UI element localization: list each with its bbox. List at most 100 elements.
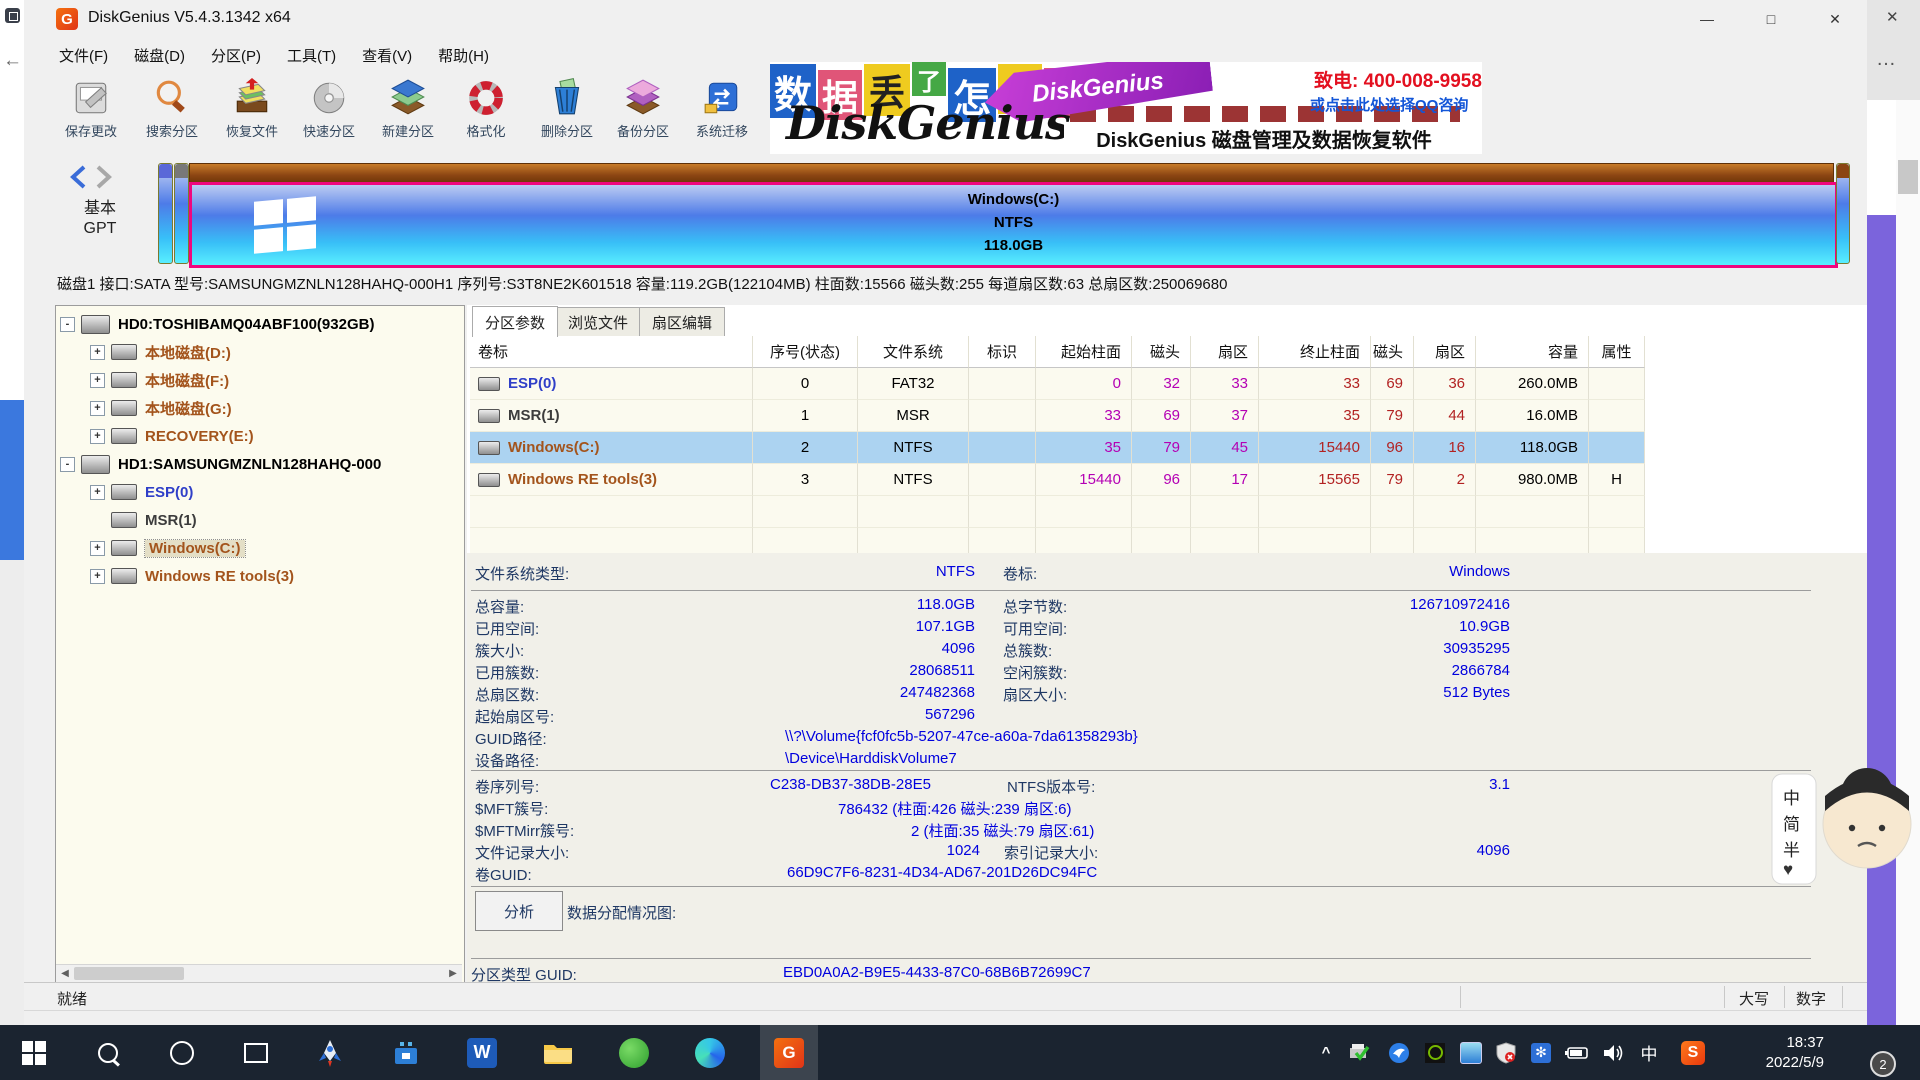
ime-mode-chinese[interactable]: 中 (1783, 784, 1800, 809)
expand-toggle-icon[interactable]: + (90, 401, 105, 416)
backup-partition-button[interactable]: 备份分区 (605, 78, 681, 150)
ime-heart-icon[interactable]: ♥ (1783, 860, 1793, 880)
format-button[interactable]: 格式化 (448, 78, 524, 150)
expand-toggle-icon[interactable]: + (90, 373, 105, 388)
expand-toggle-icon[interactable]: - (60, 317, 75, 332)
menu-tools[interactable]: 工具(T) (274, 41, 349, 70)
disk-nav-arrows[interactable] (68, 164, 120, 190)
task-view-button[interactable] (240, 1025, 272, 1080)
tray-snowflake-icon[interactable]: ✻ (1528, 1025, 1554, 1080)
taskbar-app-word[interactable]: W (462, 1025, 502, 1080)
partition-block-re-tools[interactable] (1836, 163, 1850, 264)
search-partition-button[interactable]: 搜索分区 (134, 78, 210, 150)
taskbar-app-explorer[interactable] (538, 1025, 578, 1080)
quick-partition-button[interactable]: 快速分区 (291, 78, 367, 150)
scroll-right-icon[interactable]: ▶ (444, 965, 462, 982)
menu-disk[interactable]: 磁盘(D) (121, 41, 198, 70)
close-button[interactable]: ✕ (1803, 0, 1867, 38)
partition-block-esp[interactable] (158, 163, 173, 264)
tree-item-msr[interactable]: MSR(1) (111, 507, 197, 533)
tree-item-esp[interactable]: + ESP(0) (90, 479, 193, 505)
column-header[interactable]: 终止柱面 (1259, 336, 1371, 368)
column-header[interactable]: 磁头 (1132, 336, 1191, 368)
tree-horizontal-scrollbar[interactable]: ◀ ▶ (56, 964, 462, 983)
menu-file[interactable]: 文件(F) (46, 41, 121, 70)
expand-toggle-icon[interactable]: + (90, 541, 105, 556)
delete-partition-button[interactable]: 删除分区 (529, 78, 605, 150)
save-changes-button[interactable]: 保存更改 (53, 78, 129, 150)
tray-nvidia-icon[interactable] (1422, 1025, 1448, 1080)
background-app-icon[interactable] (5, 8, 20, 23)
tray-volume-icon[interactable] (1600, 1025, 1628, 1080)
expand-toggle-icon[interactable]: - (60, 457, 75, 472)
back-arrow-icon[interactable]: ← (3, 50, 22, 72)
tab-partition-params[interactable]: 分区参数 (472, 306, 558, 337)
analyze-button[interactable]: 分析 (475, 891, 563, 931)
background-scrollbar-thumb[interactable] (1898, 160, 1918, 194)
column-header[interactable]: 属性 (1589, 336, 1645, 368)
column-header[interactable]: 标识 (969, 336, 1036, 368)
taskbar-app-rocket[interactable] (310, 1025, 350, 1080)
table-row-esp[interactable]: ESP(0) (470, 368, 753, 400)
tab-sector-edit[interactable]: 扇区编辑 (639, 307, 725, 336)
tray-ime-indicator[interactable]: 中 (1636, 1025, 1662, 1080)
ime-mode-simplified[interactable]: 简 (1783, 810, 1800, 835)
table-row-windows-c-selected[interactable]: Windows(C:) (470, 432, 753, 464)
start-button[interactable] (18, 1025, 50, 1080)
cortana-button[interactable] (166, 1025, 198, 1080)
column-header[interactable]: 容量 (1476, 336, 1589, 368)
tray-expand-icon[interactable]: ^ (1314, 1025, 1338, 1080)
column-header[interactable]: 序号(状态) (753, 336, 858, 368)
tree-item-re-tools[interactable]: + Windows RE tools(3) (90, 563, 294, 589)
tree-item-local-f[interactable]: + 本地磁盘(F:) (90, 367, 229, 393)
partition-block-msr[interactable] (174, 163, 189, 264)
menu-partition[interactable]: 分区(P) (198, 41, 274, 70)
taskbar-clock[interactable]: 18:37 2022/5/9 (1720, 1025, 1824, 1080)
tree-item-recovery-e[interactable]: + RECOVERY(E:) (90, 423, 254, 449)
tray-battery-icon[interactable] (1562, 1025, 1592, 1080)
tree-item-local-d[interactable]: + 本地磁盘(D:) (90, 339, 231, 365)
system-migration-button[interactable]: 系统迁移 (684, 78, 760, 150)
column-header[interactable]: 文件系统 (858, 336, 969, 368)
column-header[interactable]: 卷标 (470, 336, 753, 368)
tray-sogou-icon[interactable]: S (1678, 1025, 1708, 1080)
minimize-button[interactable]: — (1675, 0, 1739, 38)
scrollbar-thumb[interactable] (74, 967, 184, 980)
partition-block-windows-c[interactable]: Windows(C:) NTFS 118.0GB (189, 163, 1832, 262)
tab-browse-files[interactable]: 浏览文件 (555, 307, 641, 336)
column-header[interactable]: 起始柱面 (1036, 336, 1132, 368)
notification-badge[interactable]: 2 (1870, 1051, 1896, 1077)
taskbar-search-button[interactable] (92, 1025, 124, 1080)
ime-floating-widget[interactable]: 中 简 半 ♥ (1770, 766, 1920, 888)
background-close-icon[interactable]: ✕ (1886, 8, 1899, 26)
promo-banner[interactable]: 数 据 丢 了 怎 么 ! DiskGenius 致电: 400-008-995… (770, 62, 1482, 154)
tree-item-hd0[interactable]: - HD0:TOSHIBAMQ04ABF100(932GB) (60, 311, 374, 337)
menu-view[interactable]: 查看(V) (349, 41, 425, 70)
table-row-msr[interactable]: MSR(1) (470, 400, 753, 432)
expand-toggle-icon[interactable]: + (90, 569, 105, 584)
tray-defender-icon[interactable] (1493, 1025, 1519, 1080)
ime-mode-halfwidth[interactable]: 半 (1783, 836, 1800, 861)
scroll-left-icon[interactable]: ◀ (56, 965, 74, 982)
tree-item-local-g[interactable]: + 本地磁盘(G:) (90, 395, 232, 421)
tray-feishu-icon[interactable] (1386, 1025, 1412, 1080)
table-row-re-tools[interactable]: Windows RE tools(3) (470, 464, 753, 496)
expand-toggle-icon[interactable]: + (90, 485, 105, 500)
tray-intel-graphics-icon[interactable] (1458, 1025, 1484, 1080)
taskbar-app-diskgenius-active[interactable]: G (760, 1025, 818, 1080)
tree-item-hd1[interactable]: - HD1:SAMSUNGMZNLN128HAHQ-000 (60, 451, 381, 477)
tree-item-windows-c[interactable]: + Windows(C:) (90, 535, 245, 561)
column-header[interactable]: 扇区 (1191, 336, 1259, 368)
recover-files-button[interactable]: 恢复文件 (214, 78, 290, 150)
taskbar-app-store[interactable] (386, 1025, 426, 1080)
expand-toggle-icon[interactable]: + (90, 345, 105, 360)
taskbar-app-edge[interactable] (690, 1025, 730, 1080)
menu-help[interactable]: 帮助(H) (425, 41, 502, 70)
banner-qq-link[interactable]: 或点击此处选择QQ咨询 (1310, 94, 1482, 115)
taskbar-app-browser-green[interactable] (614, 1025, 654, 1080)
new-partition-button[interactable]: 新建分区 (370, 78, 446, 150)
tray-printer-icon[interactable] (1346, 1025, 1372, 1080)
maximize-button[interactable]: □ (1739, 0, 1803, 38)
column-header[interactable]: 扇区 (1414, 336, 1476, 368)
background-more-icon[interactable]: … (1876, 48, 1896, 71)
